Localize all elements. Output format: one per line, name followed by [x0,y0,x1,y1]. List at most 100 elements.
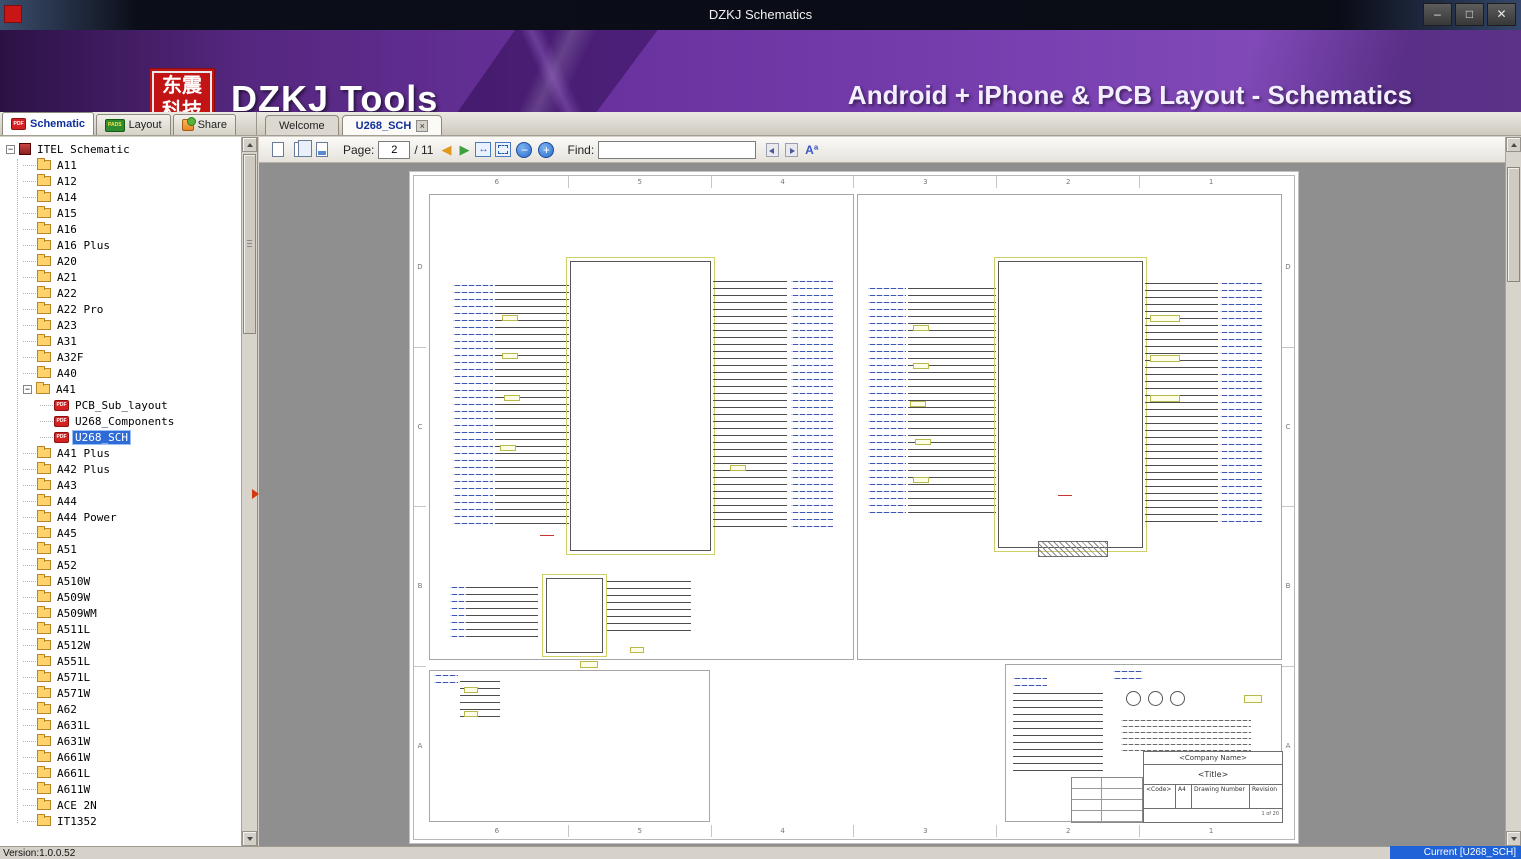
tree-item-a510w[interactable]: A510W [0,573,241,589]
tree-item-ace-2n[interactable]: ACE 2N [0,797,241,813]
tree-item-label: A511L [57,622,91,636]
tree-item-a611w[interactable]: A611W [0,781,241,797]
match-case-icon[interactable]: Aª [805,143,818,157]
tree-branch-line [23,468,36,470]
tree-item-label: A16 [57,222,77,236]
tree-item-a11[interactable]: A11 [0,157,241,173]
tree-item-a661l[interactable]: A661L [0,765,241,781]
tree-item-a41[interactable]: − A41 [0,381,241,397]
tree-item-it1352[interactable]: IT1352 [0,813,241,829]
tree-item-a40[interactable]: A40 [0,365,241,381]
tree-item-a551l[interactable]: A551L [0,653,241,669]
scroll-down-icon[interactable] [1506,831,1521,846]
file-tree-panel: − ITEL Schematic A11 A12 A14 A15 A16 A16 Plus A2… [0,137,258,846]
tree-item-a571w[interactable]: A571W [0,685,241,701]
doc-tab-u268-sch[interactable]: U268_SCH × [341,115,443,135]
sidebar-scrollbar-thumb[interactable] [243,154,256,334]
tree-item-u268_sch[interactable]: PDF U268_SCH [0,429,241,445]
tree-item-u268_components[interactable]: PDF U268_Components [0,413,241,429]
facing-page-view-icon[interactable] [290,140,312,160]
tree-item-a62[interactable]: A62 [0,701,241,717]
close-button[interactable]: ✕ [1487,3,1516,26]
tree-item-a23[interactable]: A23 [0,317,241,333]
tree-item-a21[interactable]: A21 [0,269,241,285]
highlight-mark [1058,495,1072,496]
workspace: − ITEL Schematic A11 A12 A14 A15 A16 A16 Plus A2… [0,137,1521,846]
tree-item-a43[interactable]: A43 [0,477,241,493]
viewer-scrollbar[interactable] [1505,137,1521,846]
tree-item-a44[interactable]: A44 [0,493,241,509]
grid-reference-label: 1 [1139,825,1282,837]
tree-branch-line [23,532,36,534]
viewer-scrollbar-thumb[interactable] [1507,167,1520,282]
tree-item-a41-plus[interactable]: A41 Plus [0,445,241,461]
tree-item-itel-schematic[interactable]: − ITEL Schematic [0,141,241,157]
tree-item-a14[interactable]: A14 [0,189,241,205]
tree-branch-line [23,484,36,486]
zoom-in-icon[interactable]: + [538,141,555,158]
fit-page-icon[interactable] [495,142,512,157]
tree-item-a509w[interactable]: A509W [0,589,241,605]
tab-share[interactable]: Share [172,114,236,135]
tree-item-a661w[interactable]: A661W [0,749,241,765]
tree-item-a15[interactable]: A15 [0,205,241,221]
tree-item-pcb_sub_layout[interactable]: PDF PCB_Sub_layout [0,397,241,413]
scroll-up-icon[interactable] [242,137,257,152]
continuous-view-icon[interactable] [312,140,332,160]
tree-item-a631w[interactable]: A631W [0,733,241,749]
tree-item-a512w[interactable]: A512W [0,637,241,653]
tree-item-a22[interactable]: A22 [0,285,241,301]
tree-item-a45[interactable]: A45 [0,525,241,541]
tree-item-a44-power[interactable]: A44 Power [0,509,241,525]
find-previous-icon[interactable] [766,142,780,157]
collapse-toggle-icon[interactable]: − [23,384,32,394]
sidebar-splitter-handle[interactable] [252,489,259,499]
grid-reference-label: 2 [996,825,1139,837]
tree-item-a631l[interactable]: A631L [0,717,241,733]
tab-schematic[interactable]: PDF Schematic [2,112,95,135]
collapse-toggle-icon[interactable]: − [6,144,15,154]
tab-layout[interactable]: PADS Layout [96,114,171,135]
tree-item-a20[interactable]: A20 [0,253,241,269]
folder-icon [37,190,51,202]
tree-branch-line [23,708,36,710]
zoom-out-icon[interactable]: − [516,141,533,158]
tree-item-a16[interactable]: A16 [0,221,241,237]
tree-item-a12[interactable]: A12 [0,173,241,189]
page-number-input[interactable] [378,140,411,159]
tree-item-a22-pro[interactable]: A22 Pro [0,301,241,317]
highlight-mark [540,535,554,536]
schematic-viewer[interactable]: 654321 654321 DCBA DCBA <Company Name> <… [259,163,1505,846]
grid-reference-label: C [414,346,426,507]
single-page-view-icon[interactable] [268,140,288,160]
find-next-icon[interactable] [785,142,799,157]
scroll-down-icon[interactable] [242,831,257,846]
find-input[interactable] [598,140,757,159]
previous-page-icon[interactable]: ◀ [441,142,451,158]
folder-icon [37,238,51,250]
next-page-icon[interactable]: ▶ [459,142,469,158]
scroll-up-icon[interactable] [1506,137,1521,152]
tree-item-a509wm[interactable]: A509WM [0,605,241,621]
tree-item-a16-plus[interactable]: A16 Plus [0,237,241,253]
tree-item-a52[interactable]: A52 [0,557,241,573]
tree-branch-line [23,724,36,726]
doc-tab-welcome[interactable]: Welcome [265,115,339,135]
ic-symbol-small [542,574,607,657]
tree-item-a571l[interactable]: A571L [0,669,241,685]
tree-item-label: ITEL Schematic [37,142,130,156]
tree-item-a42-plus[interactable]: A42 Plus [0,461,241,477]
tree-item-a31[interactable]: A31 [0,333,241,349]
maximize-button[interactable]: □ [1455,3,1484,26]
folder-icon [37,766,51,778]
component-box [630,647,644,653]
viewer-toolbar: Page: / 11 ◀ ▶ ↔ − + Find: Aª [259,137,1505,163]
fit-width-icon[interactable]: ↔ [475,142,492,157]
tree-item-a51[interactable]: A51 [0,541,241,557]
tree-item-a32f[interactable]: A32F [0,349,241,365]
close-tab-icon[interactable]: × [416,119,429,132]
tree-item-a511l[interactable]: A511L [0,621,241,637]
component-box [1150,315,1180,322]
minimize-button[interactable]: – [1423,3,1452,26]
version-label: Version:1.0.0.52 [3,848,76,859]
